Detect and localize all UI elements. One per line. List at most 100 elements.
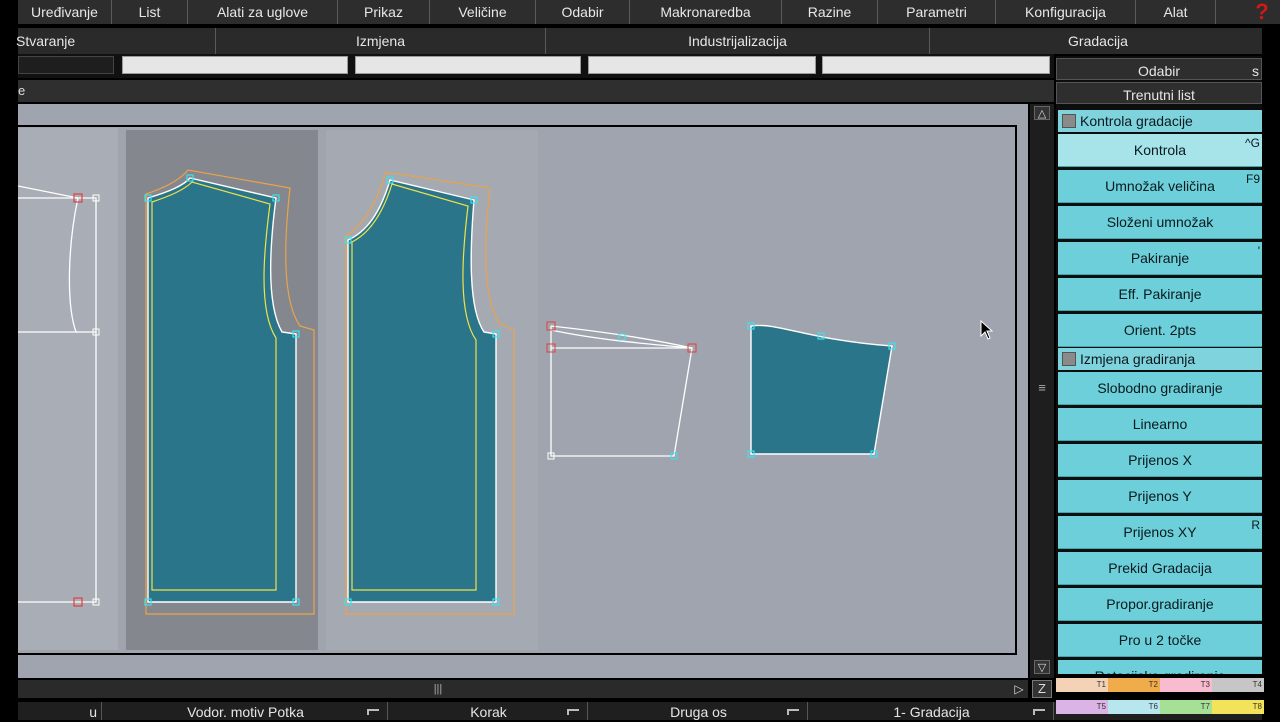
input-field-0[interactable] (18, 56, 114, 74)
command-prijenos-x[interactable]: Prijenos X (1058, 444, 1262, 477)
vertical-scrollbar[interactable]: △ ≡ ▽ (1030, 104, 1054, 678)
category-grading-edit[interactable]: Izmjena gradiranja (1058, 348, 1262, 370)
command-label: Orient. 2pts (1123, 322, 1197, 338)
command-label: Kontrola (1133, 142, 1187, 158)
input-field-2[interactable] (355, 56, 581, 74)
menu-parametri[interactable]: Parametri (878, 0, 996, 24)
menu-konfiguracija[interactable]: Konfiguracija (996, 0, 1136, 24)
menu-list[interactable]: List (112, 0, 188, 24)
command-slo-eni-umno-ak[interactable]: Složeni umnožak (1058, 206, 1262, 239)
command-label: Slobodno gradiranje (1097, 380, 1223, 396)
command-line: e (18, 80, 1054, 102)
drawing-canvas[interactable] (13, 104, 1028, 678)
scroll-up-button[interactable]: △ (1034, 106, 1050, 120)
command-label: Propor.gradiranje (1106, 596, 1214, 612)
menu-makronaredba[interactable]: Makronaredba (630, 0, 782, 24)
command-propor-gradiranje[interactable]: Propor.gradiranje (1058, 588, 1262, 621)
selection-header-label: Odabir (1137, 63, 1181, 79)
layer-swatch[interactable]: T7 (1160, 700, 1212, 714)
piece-sleeve-filled (750, 324, 893, 455)
status-grading[interactable]: 1- Gradacija (810, 702, 1054, 720)
menu-velicine[interactable]: Veličine (430, 0, 536, 24)
tab-stvaranje[interactable]: Stvaranje (10, 28, 216, 54)
category-grading-edit-label: Izmjena gradiranja (1080, 351, 1196, 367)
status-axis-label: Druga os (670, 704, 727, 720)
command-slobodno-gradiranje[interactable]: Slobodno gradiranje (1058, 372, 1262, 405)
input-field-3[interactable] (588, 56, 816, 74)
layer-swatches-bottom: T5 T6 T7 T8 (1056, 700, 1264, 714)
dropdown-icon (567, 709, 579, 715)
layer-swatch[interactable]: T1 (1056, 678, 1108, 692)
layer-swatch[interactable]: T4 (1212, 678, 1264, 692)
command-eff-pakiranje[interactable]: Eff. Pakiranje (1058, 278, 1262, 311)
input-field-4[interactable] (822, 56, 1050, 74)
mode-tab-bar: Stvaranje Izmjena Industrijalizacija Gra… (16, 28, 1262, 54)
menu-prikaz[interactable]: Prikaz (338, 0, 430, 24)
selection-header-extra: s (1252, 63, 1259, 79)
command-label: Prijenos X (1128, 452, 1192, 468)
layer-swatch[interactable]: T5 (1056, 700, 1108, 714)
status-motif[interactable]: Vodor. motiv Potka (104, 702, 388, 720)
menu-razine[interactable]: Razine (782, 0, 878, 24)
layer-swatch[interactable]: T6 (1108, 700, 1160, 714)
command-label: Prijenos XY (1123, 524, 1197, 540)
command-label: Prijenos Y (1128, 488, 1192, 504)
command-label: Pakiranje (1130, 250, 1190, 266)
status-motif-label: Vodor. motiv Potka (187, 704, 304, 720)
shortcut-hint: R (1251, 518, 1260, 532)
input-field-1[interactable] (122, 56, 348, 74)
category-grading-control-label: Kontrola gradacije (1080, 113, 1193, 129)
right-command-panel: Odabir s Trenutni list Kontrola gradacije… (1056, 56, 1262, 674)
help-icon[interactable]: ? (1244, 0, 1280, 24)
layer-swatch[interactable]: T2 (1108, 678, 1160, 692)
dropdown-icon (367, 709, 379, 715)
command-linearno[interactable]: Linearno (1058, 408, 1262, 441)
horizontal-scrollbar[interactable]: ||| ▷ (18, 680, 1028, 698)
status-axis[interactable]: Druga os (590, 702, 808, 720)
hscroll-grip-icon[interactable]: ||| (428, 680, 448, 698)
layer-swatch[interactable]: T3 (1160, 678, 1212, 692)
status-step-label: Korak (470, 704, 507, 720)
tab-gradacija[interactable]: Gradacija (930, 28, 1266, 54)
command-label: Eff. Pakiranje (1118, 286, 1202, 302)
scroll-right-button[interactable]: ▷ (1012, 681, 1026, 697)
command-prijenos-y[interactable]: Prijenos Y (1058, 480, 1262, 513)
command-rotacijsko-gradiranje[interactable]: Rotacijsko gradiranje (1058, 660, 1262, 674)
command-label: Složeni umnožak (1106, 214, 1214, 230)
command-kontrola[interactable]: Kontrola ^G (1058, 134, 1262, 167)
command-prekid-gradacija[interactable]: Prekid Gradacija (1058, 552, 1262, 585)
command-label: Umnožak veličina (1105, 178, 1215, 194)
menu-odabir[interactable]: Odabir (536, 0, 630, 24)
selection-header[interactable]: Odabir s (1056, 58, 1262, 80)
command-label: Pro u 2 točke (1118, 632, 1202, 648)
command-label: Prekid Gradacija (1108, 560, 1212, 576)
input-row (18, 54, 1054, 78)
command-pro-u-2-to-ke[interactable]: Pro u 2 točke (1058, 624, 1262, 657)
menu-alati-za-uglove[interactable]: Alati za uglove (188, 0, 338, 24)
command-prijenos-xy[interactable]: Prijenos XY R (1058, 516, 1262, 549)
category-grading-control[interactable]: Kontrola gradacije (1058, 110, 1262, 132)
layer-swatch[interactable]: T8 (1212, 700, 1264, 714)
scroll-grip-icon[interactable]: ≡ (1034, 380, 1050, 395)
current-sheet-header[interactable]: Trenutni list (1056, 82, 1262, 104)
zoom-button[interactable]: Z (1032, 680, 1052, 698)
command-label: Rotacijsko gradiranje (1095, 668, 1226, 674)
scroll-down-button[interactable]: ▽ (1034, 660, 1050, 674)
shortcut-hint: ' (1257, 244, 1260, 258)
status-step[interactable]: Korak (390, 702, 588, 720)
command-label: Linearno (1132, 416, 1188, 432)
tab-izmjena[interactable]: Izmjena (216, 28, 546, 54)
menu-alat[interactable]: Alat (1136, 0, 1216, 24)
command-pakiranje[interactable]: Pakiranje ' (1058, 242, 1262, 275)
layer-swatches-top: T1 T2 T3 T4 (1056, 678, 1264, 692)
tab-industrijalizacija[interactable]: Industrijalizacija (546, 28, 930, 54)
checkbox-icon[interactable] (1062, 352, 1076, 366)
command-orient-2pts[interactable]: Orient. 2pts (1058, 314, 1262, 347)
mouse-cursor-icon (980, 320, 994, 340)
shortcut-hint: ^G (1245, 136, 1260, 150)
command-umno-ak-veli-ina[interactable]: Umnožak veličina F9 (1058, 170, 1262, 203)
checkbox-icon[interactable] (1062, 114, 1076, 128)
status-cell-0: u (18, 702, 102, 720)
piece-sleeve-outline (550, 325, 693, 457)
menu-uredivanje[interactable]: Uređivanje (18, 0, 112, 24)
